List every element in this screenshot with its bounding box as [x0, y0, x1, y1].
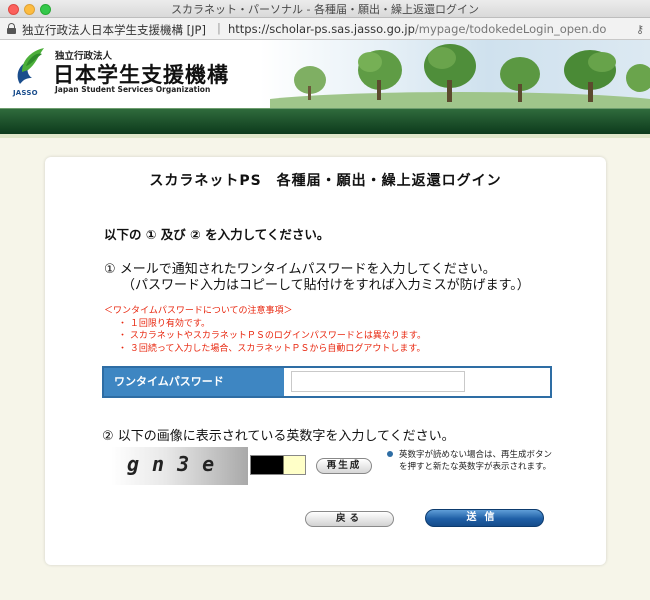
site-header: JASSO 独立行政法人 日本学生支援機構 Japan Student Serv… — [0, 40, 650, 108]
otp-notes: ＜ワンタイムパスワードについての注意事項＞ ・ １回限り有効です。 ・ スカラネ… — [104, 305, 426, 355]
logo-wordmark: JASSO — [13, 89, 38, 97]
regenerate-captcha-button[interactable]: 再生成 — [316, 458, 372, 474]
url-host: https://scholar-ps.sas.jasso.go.jp — [228, 22, 415, 36]
window-title: スカラネット・パーソナル - 各種届・願出・繰上返還ログイン — [171, 3, 479, 16]
lock-icon — [7, 23, 16, 34]
captcha-text: gn3e — [127, 452, 228, 476]
note-item: ・ ３回続って入力した場合、スカラネットＰＳから自動ログアウトします。 — [118, 343, 426, 354]
otp-input[interactable] — [291, 371, 465, 392]
step2-text: ② 以下の画像に表示されている英数字を入力してください。 — [102, 429, 455, 444]
site-identity: 独立行政法人日本学生支援機構 [JP] — [22, 23, 206, 37]
note-item: ・ スカラネットやスカラネットＰＳのログインパスワードとは異なります。 — [118, 331, 426, 341]
captcha-hint: 英数字が読めない場合は、再生成ボタンを押すと新たな英数字が表示されます。 — [387, 449, 557, 473]
instruction-text: 以下の ① 及び ② を入力してください。 — [104, 227, 330, 242]
header-scenery-image — [270, 44, 650, 108]
bullet-icon — [387, 451, 393, 457]
step1-text: ① メールで通知されたワンタイムパスワードを入力してください。 （パスワード入力… — [104, 262, 530, 294]
url-separator: | — [217, 21, 221, 35]
window-titlebar: スカラネット・パーソナル - 各種届・願出・繰上返還ログイン — [0, 0, 650, 18]
captcha-image: gn3e — [111, 447, 248, 485]
jasso-logo-icon — [17, 48, 44, 84]
back-button[interactable]: 戻る — [305, 511, 394, 527]
otp-field-row: ワンタイムパスワード — [102, 366, 552, 398]
url-path: /mypage/todokedeLogin_open.do — [414, 22, 607, 36]
key-icon[interactable]: ⚷ — [636, 23, 644, 36]
header-divider — [0, 134, 650, 138]
page-title: スカラネットPS 各種届・願出・繰上返還ログイン — [149, 173, 502, 189]
notes-heading: ＜ワンタイムパスワードについての注意事項＞ — [104, 306, 293, 316]
send-button[interactable]: 送信 — [425, 509, 544, 527]
address-bar[interactable]: 独立行政法人日本学生支援機構 [JP] | https://scholar-ps… — [0, 18, 650, 40]
captcha-hint-text: 英数字が読めない場合は、再生成ボタンを押すと新たな英数字が表示されます。 — [399, 450, 553, 472]
step1-line2: （パスワード入力はコピーして貼付けをすれば入力ミスが防げます。） — [122, 278, 530, 293]
captcha-input[interactable] — [250, 455, 306, 475]
note-item: ・ １回限り有効です。 — [118, 318, 210, 329]
otp-label: ワンタイムパスワード — [104, 368, 284, 396]
login-panel: スカラネットPS 各種届・願出・繰上返還ログイン 以下の ① 及び ② を入力し… — [45, 157, 606, 565]
org-english-name: Japan Student Services Organization — [55, 85, 211, 94]
header-green-bar — [0, 108, 650, 134]
url-text[interactable]: https://scholar-ps.sas.jasso.go.jp/mypag… — [228, 22, 606, 36]
step1-line1: ① メールで通知されたワンタイムパスワードを入力してください。 — [104, 262, 496, 277]
